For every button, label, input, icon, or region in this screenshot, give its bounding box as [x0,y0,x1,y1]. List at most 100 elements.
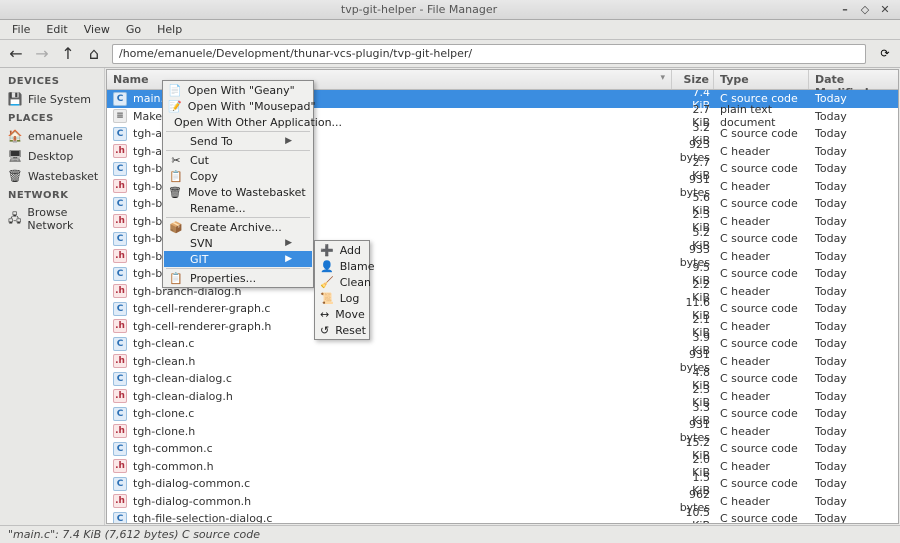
menu-help[interactable]: Help [149,21,190,38]
properties-icon: 📋 [168,272,184,285]
sidebar-item-network[interactable]: 🖧Browse Network [0,203,104,235]
file-type: plain text document [714,103,809,129]
column-size[interactable]: Size [672,70,714,89]
file-icon: C [113,477,127,491]
table-row[interactable]: Ctgh-cell-renderer-graph.c11.6 KiBC sour… [107,300,898,318]
file-type: C header [714,320,809,333]
file-date: Today [809,320,898,333]
git-clean[interactable]: 🧹Clean [316,274,368,290]
ctx-git[interactable]: GIT▶ [164,251,312,267]
table-row[interactable]: .htgh-common.h2.0 KiBC headerToday [107,458,898,476]
add-icon: ➕ [320,244,334,257]
file-type: C header [714,390,809,403]
column-date[interactable]: Date Modified [809,70,898,89]
file-date: Today [809,495,898,508]
file-date: Today [809,285,898,298]
file-type: C source code [714,162,809,175]
minimize-button[interactable]: – [838,3,852,17]
column-type[interactable]: Type [714,70,809,89]
file-date: Today [809,250,898,263]
sidebar-item-wastebasket[interactable]: 🗑Wastebasket [0,166,104,186]
git-move[interactable]: ↔Move [316,306,368,322]
file-name: tgh-clone.c [133,407,194,420]
file-date: Today [809,127,898,140]
table-row[interactable]: Ctgh-clean-dialog.c4.8 KiBC source codeT… [107,370,898,388]
window-titlebar: tvp-git-helper - File Manager – ◇ ✕ [0,0,900,20]
forward-button[interactable]: → [30,42,54,66]
sidebar-item-desktop[interactable]: 🖥Desktop [0,146,104,166]
file-date: Today [809,92,898,105]
file-icon: C [113,267,127,281]
file-name: tgh-clean.c [133,337,194,350]
sidebar-item-home[interactable]: 🏠emanuele [0,126,104,146]
git-blame[interactable]: 👤Blame [316,258,368,274]
menu-go[interactable]: Go [118,21,149,38]
file-name: tgh-cell-renderer-graph.c [133,302,270,315]
path-text: /home/emanuele/Development/thunar-vcs-pl… [119,47,472,60]
file-icon: C [113,162,127,176]
table-row[interactable]: Ctgh-dialog-common.c1.5 KiBC source code… [107,475,898,493]
git-add[interactable]: ➕Add [316,242,368,258]
file-name: tgh-common.c [133,442,213,455]
submenu-arrow-icon: ▶ [285,136,292,146]
table-row[interactable]: .htgh-dialog-common.h962 bytesC headerTo… [107,493,898,511]
ctx-properties[interactable]: 📋Properties... [164,270,312,286]
file-icon: .h [113,424,127,438]
ctx-svn[interactable]: SVN▶ [164,235,312,251]
menubar: File Edit View Go Help [0,20,900,40]
home-button[interactable]: ⌂ [82,42,106,66]
file-icon: C [113,442,127,456]
ctx-send-to[interactable]: Send To▶ [164,133,312,149]
table-row[interactable]: Ctgh-file-selection-dialog.c10.5 KiBC so… [107,510,898,523]
up-button[interactable]: ↑ [56,42,80,66]
table-row[interactable]: Ctgh-common.c15.2 KiBC source codeToday [107,440,898,458]
sidebar-item-label: Wastebasket [28,170,98,183]
menu-view[interactable]: View [76,21,118,38]
file-date: Today [809,232,898,245]
table-row[interactable]: .htgh-clone.h931 bytesC headerToday [107,423,898,441]
disk-icon: 💾 [8,92,22,106]
toolbar: ← → ↑ ⌂ /home/emanuele/Development/thuna… [0,40,900,68]
reset-icon: ↺ [320,324,329,337]
table-row[interactable]: .htgh-cell-renderer-graph.h2.1 KiBC head… [107,318,898,336]
ctx-open-mousepad[interactable]: 📝Open With "Mousepad" [164,98,312,114]
sidebar-item-label: File System [28,93,91,106]
table-row[interactable]: Ctgh-clone.c3.3 KiBC source codeToday [107,405,898,423]
file-name: tgh-cell-renderer-graph.h [133,320,271,333]
ctx-open-other[interactable]: Open With Other Application... [164,114,312,130]
path-input[interactable]: /home/emanuele/Development/thunar-vcs-pl… [112,44,866,64]
file-icon: ≡ [113,109,127,123]
ctx-open-geany[interactable]: 📄Open With "Geany" [164,82,312,98]
ctx-rename[interactable]: Rename... [164,200,312,216]
file-icon: C [113,127,127,141]
file-type: C header [714,425,809,438]
table-row[interactable]: .htgh-clean-dialog.h2.3 KiBC headerToday [107,388,898,406]
ctx-move-wastebasket[interactable]: 🗑Move to Wastebasket [164,184,312,200]
ctx-cut[interactable]: ✂Cut [164,152,312,168]
file-type: C source code [714,232,809,245]
menu-edit[interactable]: Edit [38,21,75,38]
file-name: tgh-clone.h [133,425,195,438]
ctx-copy[interactable]: 📋Copy [164,168,312,184]
close-button[interactable]: ✕ [878,3,892,17]
git-log[interactable]: 📜Log [316,290,368,306]
table-row[interactable]: .htgh-clean.h931 bytesC headerToday [107,353,898,371]
maximize-button[interactable]: ◇ [858,3,872,17]
file-date: Today [809,267,898,280]
file-icon: C [113,407,127,421]
git-reset[interactable]: ↺Reset [316,322,368,338]
back-button[interactable]: ← [4,42,28,66]
menu-file[interactable]: File [4,21,38,38]
file-date: Today [809,460,898,473]
clean-icon: 🧹 [320,276,334,289]
sidebar-network-heading: NETWORK [0,186,104,203]
log-icon: 📜 [320,292,334,305]
file-icon: .h [113,494,127,508]
reload-button[interactable]: ⟳ [874,43,896,65]
ctx-create-archive[interactable]: 📦Create Archive... [164,219,312,235]
file-date: Today [809,337,898,350]
sidebar-item-filesystem[interactable]: 💾 File System [0,89,104,109]
table-row[interactable]: Ctgh-clean.c3.9 KiBC source codeToday [107,335,898,353]
file-size: 10.5 KiB [672,506,714,523]
file-icon: C [113,197,127,211]
